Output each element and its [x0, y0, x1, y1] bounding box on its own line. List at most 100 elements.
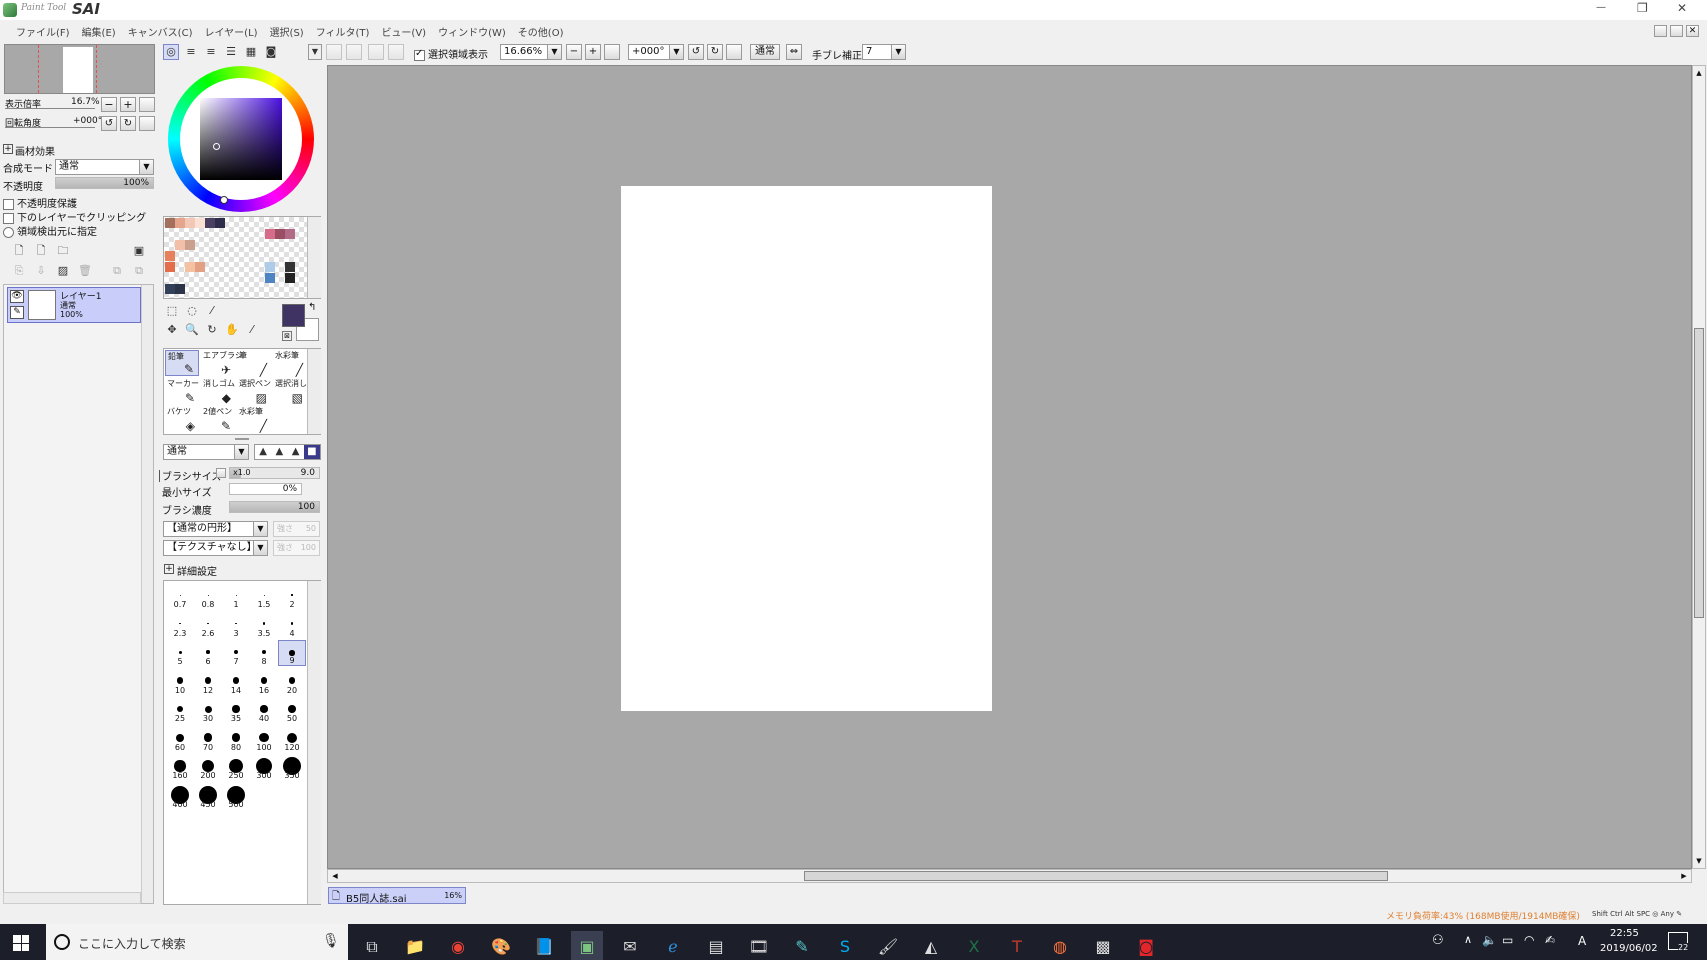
color-swatch[interactable]: [195, 218, 205, 228]
texture-select[interactable]: 【テクスチャなし】 ▼: [163, 540, 268, 556]
ime-indicator[interactable]: A: [1578, 934, 1586, 948]
brush-size-preset[interactable]: 80: [222, 726, 250, 752]
taskbar-task-view-icon[interactable]: ⧉: [356, 931, 388, 960]
blend-mode-select[interactable]: 通常 ▼: [55, 159, 154, 175]
tool-6[interactable]: 選択ペン ▨: [237, 378, 271, 404]
brush-size-preset[interactable]: 1.5: [250, 583, 278, 609]
document-tab[interactable]: 🗋 B5同人誌.sai 16%: [328, 887, 466, 905]
splitter-handle[interactable]: [235, 438, 249, 440]
brush-size-preset[interactable]: 3: [222, 612, 250, 638]
copy-layer-icon[interactable]: ⎘: [11, 263, 27, 279]
angle-select[interactable]: +000° ▼: [628, 44, 684, 60]
brush-size-preset[interactable]: 20: [278, 669, 306, 695]
advanced-expand-icon[interactable]: +: [164, 564, 174, 574]
edge-soft-icon[interactable]: ▲: [288, 445, 304, 459]
swatch-mode-icon[interactable]: ▦: [243, 44, 259, 60]
rect-select-icon[interactable]: ⬚: [163, 303, 181, 319]
menu-item[interactable]: ウィンドウ(W): [432, 24, 512, 39]
new-linework-layer-icon[interactable]: 🗋: [33, 243, 49, 259]
brush-size-preset[interactable]: 2.3: [166, 612, 194, 638]
toolbar-rotate-reset-button[interactable]: [726, 44, 742, 60]
size-grid-scrollbar[interactable]: [307, 581, 321, 904]
delete-layer-icon[interactable]: 🗑: [77, 263, 93, 279]
color-swatch[interactable]: [165, 262, 175, 272]
hand-tool-icon[interactable]: ✋: [223, 322, 241, 338]
microphone-icon[interactable]: 🎙: [322, 933, 340, 949]
taskbar-mail-icon[interactable]: ✉: [614, 931, 646, 960]
invert-selection-button[interactable]: [388, 44, 404, 60]
taskbar-paint-app-icon[interactable]: 🎨: [485, 931, 517, 960]
brush-size-preset[interactable]: 5: [166, 640, 194, 666]
zoom-slider[interactable]: [5, 108, 95, 109]
close-button[interactable]: ✕: [1677, 1, 1687, 15]
taskbar-edge-icon[interactable]: ℯ: [657, 931, 689, 960]
tool-0[interactable]: 鉛筆 ✎: [165, 350, 199, 376]
blend-toggle-button[interactable]: 通常: [750, 44, 780, 60]
color-swatch[interactable]: [175, 240, 185, 250]
taskbar-film-icon[interactable]: 🎞: [743, 931, 775, 960]
brush-size-preset[interactable]: 2.6: [194, 612, 222, 638]
redo-button[interactable]: [346, 44, 362, 60]
color-swatch[interactable]: [175, 218, 185, 228]
tool-7[interactable]: 選択消し ▧: [273, 378, 307, 404]
swatch-scrollbar[interactable]: [307, 217, 321, 298]
merge-down-icon[interactable]: ⧉: [109, 263, 125, 279]
menu-item[interactable]: 編集(E): [76, 24, 122, 39]
mdi-restore-button[interactable]: [1670, 25, 1683, 37]
menu-item[interactable]: キャンバス(C): [122, 24, 199, 39]
color-wheel[interactable]: [168, 66, 314, 212]
rgb-slider-mode-icon[interactable]: ≡: [183, 44, 199, 60]
tool-5[interactable]: 消しゴム ◆: [201, 378, 235, 404]
mixer-mode-icon[interactable]: ☰: [223, 44, 239, 60]
brush-size-preset[interactable]: 35: [222, 697, 250, 723]
horizontal-scrollbar[interactable]: ◀ ▶: [327, 869, 1692, 883]
hsv-slider-mode-icon[interactable]: ≡: [203, 44, 219, 60]
taskbar-notes-icon[interactable]: 📘: [528, 931, 560, 960]
color-swatch[interactable]: [265, 273, 275, 283]
taskbar-minecraft-icon[interactable]: ▩: [1087, 931, 1119, 960]
taskbar-onigiri-icon[interactable]: ◭: [915, 931, 947, 960]
rotate-right-button[interactable]: ↻: [120, 116, 136, 131]
color-swatch[interactable]: [185, 218, 195, 228]
color-swatch[interactable]: [265, 229, 275, 239]
brush-size-preset[interactable]: 3.5: [250, 612, 278, 638]
color-wheel-mode-icon[interactable]: ◎: [163, 44, 179, 60]
tray-chevron-icon[interactable]: ∧: [1464, 933, 1472, 946]
wifi-icon[interactable]: ◠: [1524, 933, 1534, 947]
brush-size-preset[interactable]: 8: [250, 640, 278, 666]
magic-wand-icon[interactable]: ⁄: [203, 303, 221, 319]
minimize-button[interactable]: —: [1596, 2, 1606, 13]
clock-time[interactable]: 22:55: [1610, 928, 1639, 939]
layer-list-scrollbar[interactable]: [141, 285, 153, 903]
taskbar-ncv-icon[interactable]: ▤: [700, 931, 732, 960]
navigator-preview[interactable]: [4, 44, 155, 94]
tool-4[interactable]: マーカー ✎: [165, 378, 199, 404]
effects-expand-icon[interactable]: +: [3, 144, 13, 154]
swatch-palette[interactable]: [163, 216, 321, 299]
menu-item[interactable]: ファイル(F): [10, 24, 76, 39]
merge-visible-icon[interactable]: ⧉: [131, 263, 147, 279]
search-box[interactable]: ここに入力して検索 🎙: [46, 924, 348, 960]
color-swatch[interactable]: [265, 262, 275, 272]
clear-layer-icon[interactable]: ▨: [55, 263, 71, 279]
tool-8[interactable]: バケツ ◈: [165, 406, 199, 432]
pen-icon[interactable]: ✍: [1545, 933, 1555, 947]
eyedropper-icon[interactable]: ⁄: [243, 322, 261, 338]
layer-list-hscrollbar[interactable]: [3, 892, 141, 904]
saturation-value-square[interactable]: [200, 98, 282, 180]
brush-size-preset[interactable]: 0.8: [194, 583, 222, 609]
flip-button[interactable]: ⇔: [786, 44, 802, 60]
transparent-color-icon[interactable]: ⊠: [282, 331, 292, 341]
brush-size-preset[interactable]: 0.7: [166, 583, 194, 609]
mdi-close-button[interactable]: ✕: [1686, 25, 1699, 37]
taskbar-excel-icon[interactable]: X: [958, 931, 990, 960]
tool-1[interactable]: エアブラシ ✈: [201, 350, 243, 376]
taskbar-clip-icon[interactable]: ✎: [786, 931, 818, 960]
tool-2[interactable]: 筆 ╱: [237, 350, 271, 376]
menu-item[interactable]: レイヤー(L): [198, 24, 263, 39]
edge-flat-icon[interactable]: ■: [303, 445, 320, 459]
size-multiplier-checkbox[interactable]: [216, 468, 226, 478]
clock-date[interactable]: 2019/06/02: [1600, 943, 1658, 954]
brush-size-preset[interactable]: 12: [194, 669, 222, 695]
brush-shape-select[interactable]: 【通常の円形】 ▼: [163, 521, 268, 537]
